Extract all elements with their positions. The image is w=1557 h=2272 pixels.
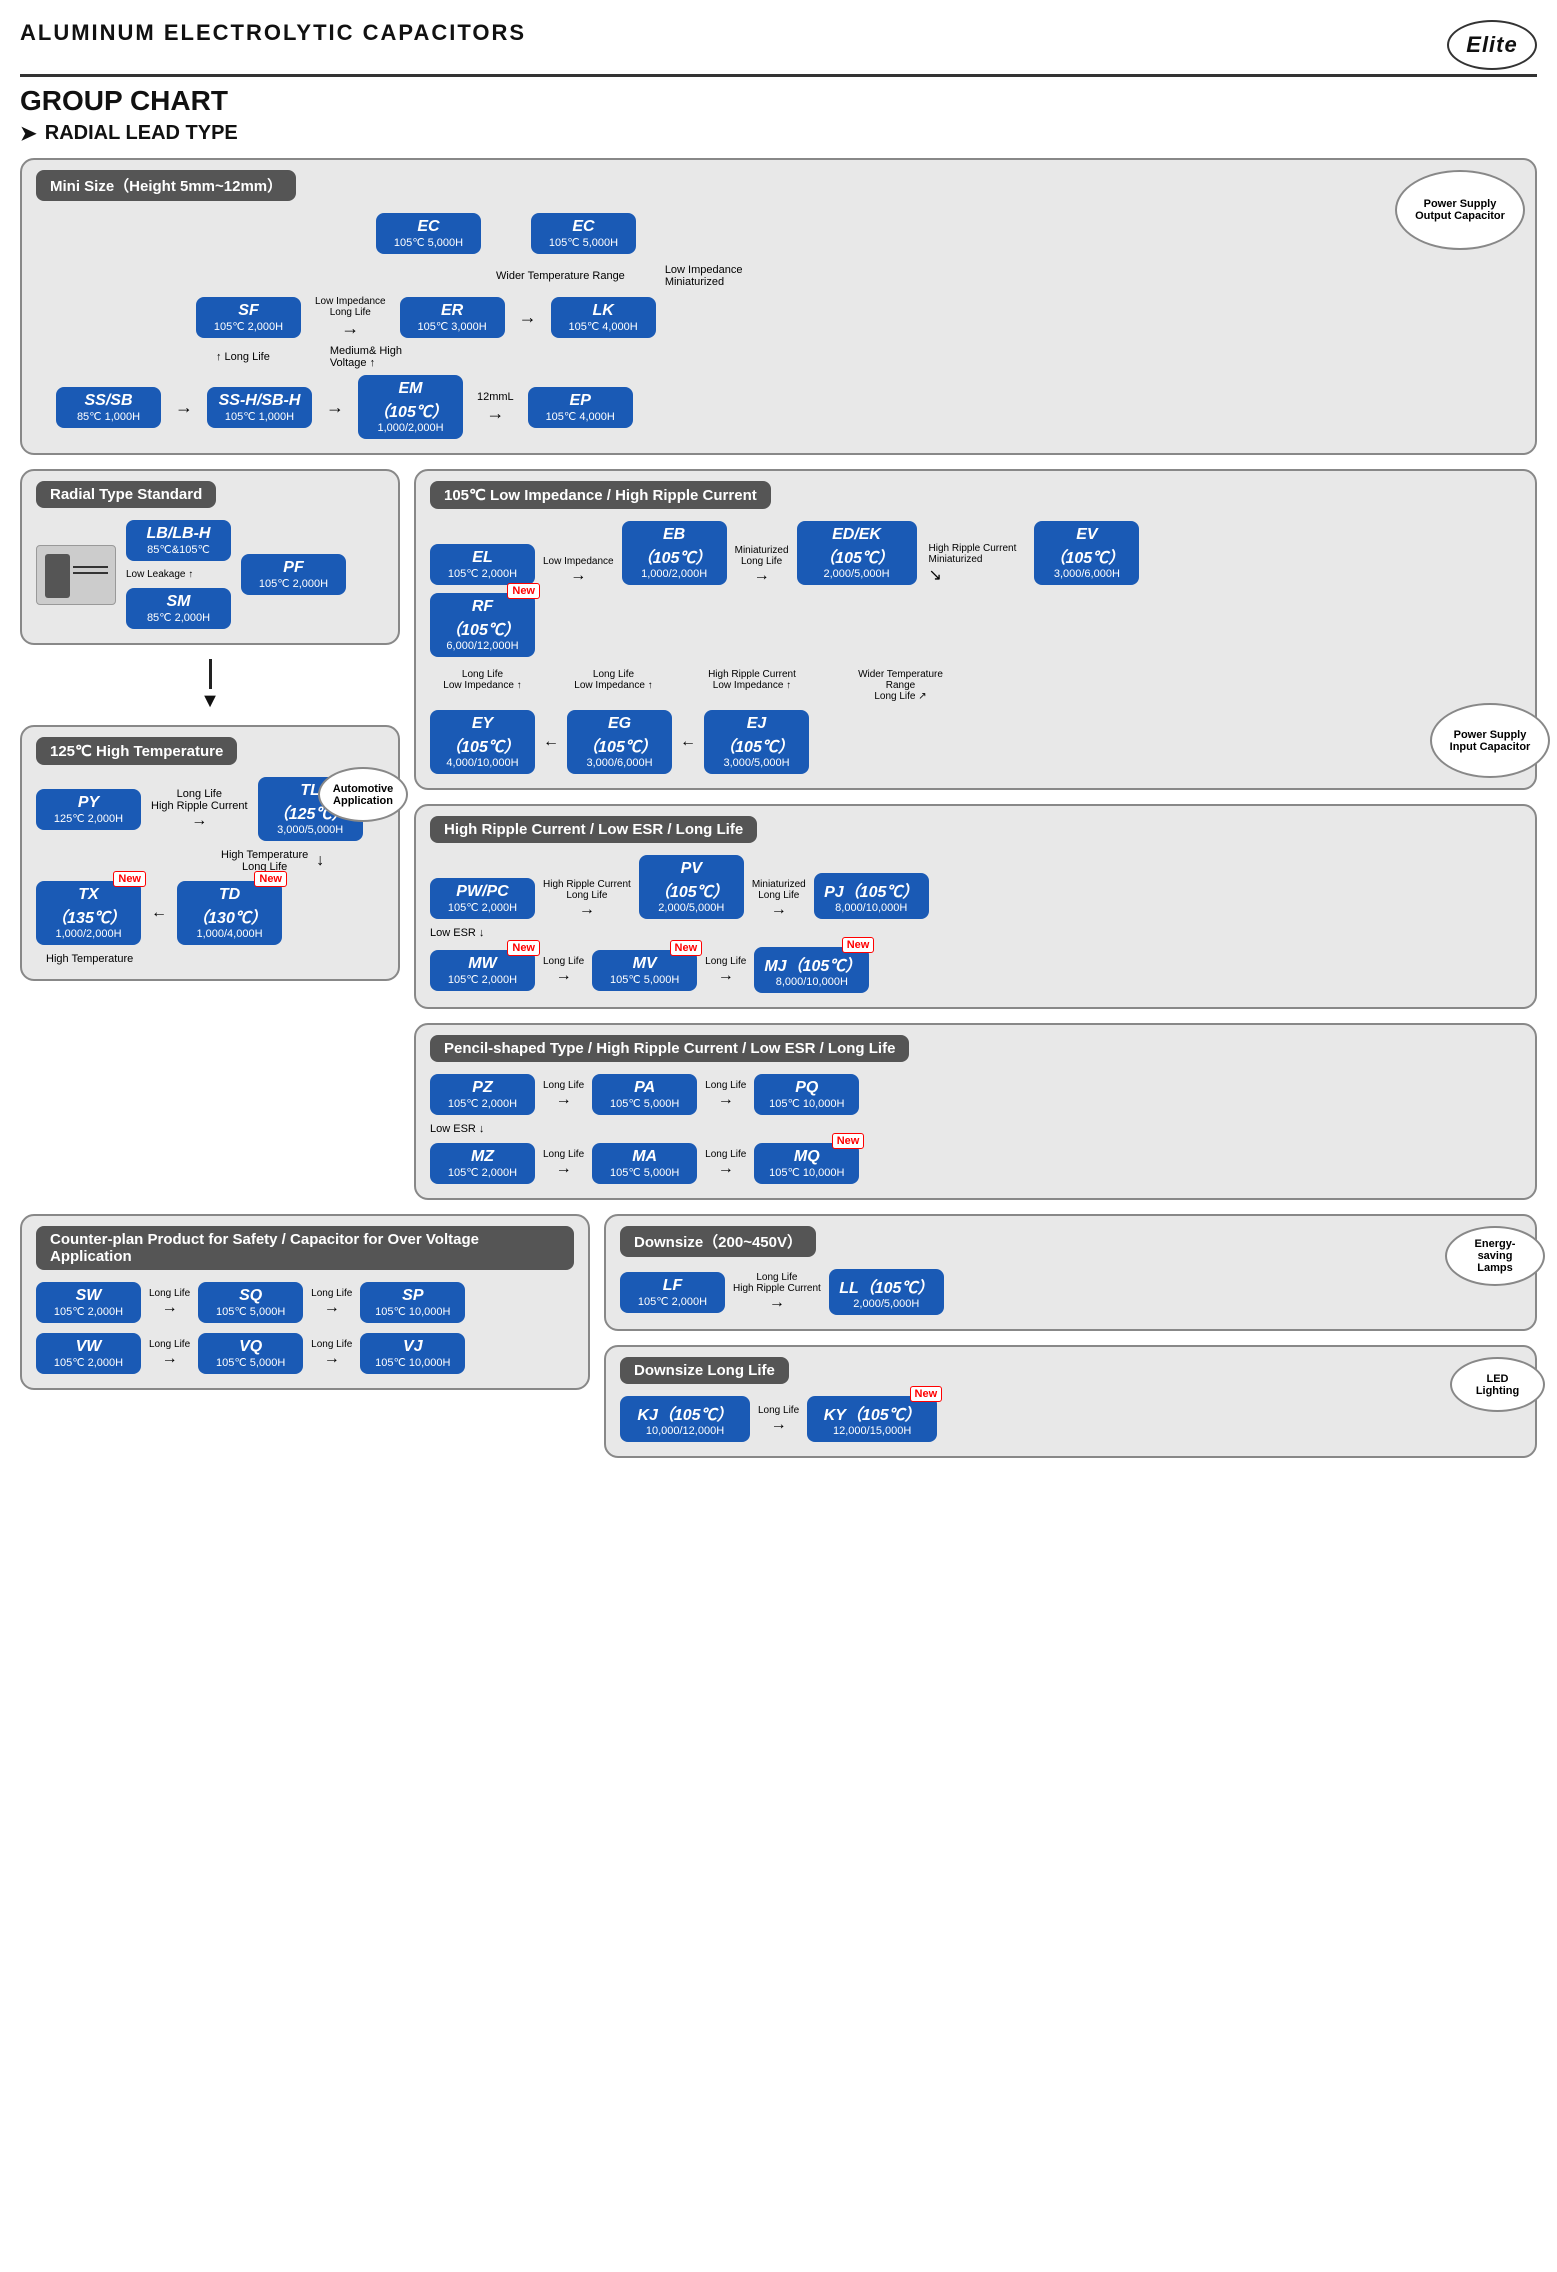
cap-pj: PJ（105℃） 8,000/10,000H bbox=[814, 873, 929, 919]
cap-mz: MZ 105℃ 2,000H bbox=[430, 1143, 535, 1184]
cap-lblbh: LB/LB-H 85℃&105℃ bbox=[126, 520, 231, 561]
new-badge-td: New bbox=[254, 871, 287, 887]
cap-eb: EB（105℃） 1,000/2,000H bbox=[622, 521, 727, 585]
power-supply-input-callout: Power Supply Input Capacitor bbox=[1430, 703, 1550, 778]
cap-mw: MW 105℃ 2,000H bbox=[430, 950, 535, 991]
radial-standard-title: Radial Type Standard bbox=[36, 481, 216, 508]
cap-lk: LK 105℃ 4,000H bbox=[551, 297, 656, 338]
cap-mq: MQ 105℃ 10,000H bbox=[754, 1143, 859, 1184]
right-column: 105℃ Low Impedance / High Ripple Current… bbox=[414, 469, 1537, 1200]
bottom-sections: Counter-plan Product for Safety / Capaci… bbox=[20, 1214, 1537, 1458]
high-ripple-section: High Ripple Current / Low ESR / Long Lif… bbox=[414, 804, 1537, 1009]
downsize-long-life-title: Downsize Long Life bbox=[620, 1357, 789, 1384]
counter-plan-section: Counter-plan Product for Safety / Capaci… bbox=[20, 1214, 590, 1390]
cap-vw: VW 105℃ 2,000H bbox=[36, 1333, 141, 1374]
cap-sm: SM 85℃ 2,000H bbox=[126, 588, 231, 629]
cap-rf: RF（105℃） 6,000/12,000H bbox=[430, 593, 535, 657]
cap-mv: MV 105℃ 5,000H bbox=[592, 950, 697, 991]
cap-pq: PQ 105℃ 10,000H bbox=[754, 1074, 859, 1115]
cap-ky: KY（105℃） 12,000/15,000H bbox=[807, 1396, 937, 1442]
high-ripple-title: High Ripple Current / Low ESR / Long Lif… bbox=[430, 816, 757, 843]
main-layout: Radial Type Standard LB/LB-H 85℃&105℃ Lo… bbox=[20, 469, 1537, 1200]
cap-ej: EJ（105℃） 3,000/5,000H bbox=[704, 710, 809, 774]
power-supply-output-callout: Power Supply Output Capacitor bbox=[1395, 170, 1525, 250]
cap-ep: EP 105℃ 4,000H bbox=[528, 387, 633, 428]
left-column: Radial Type Standard LB/LB-H 85℃&105℃ Lo… bbox=[20, 469, 400, 1200]
cap-sw: SW 105℃ 2,000H bbox=[36, 1282, 141, 1323]
automotive-callout: Automotive Application bbox=[318, 767, 408, 822]
downsize-title: Downsize（200~450V） bbox=[620, 1226, 816, 1257]
cap-ll: LL（105℃） 2,000/5,000H bbox=[829, 1269, 944, 1315]
high-temp-section: 125℃ High Temperature Automotive Applica… bbox=[20, 725, 400, 981]
counter-plan-title: Counter-plan Product for Safety / Capaci… bbox=[36, 1226, 574, 1270]
radial-title: ➤ RADIAL LEAD TYPE bbox=[20, 121, 1537, 146]
downsize-long-life-section: Downsize Long Life LED Lighting KJ（105℃）… bbox=[604, 1345, 1537, 1458]
cap-vj: VJ 105℃ 10,000H bbox=[360, 1333, 465, 1374]
logo: Elite bbox=[1447, 20, 1537, 70]
cap-tx: TX（135℃） 1,000/2,000H bbox=[36, 881, 141, 945]
arrow-icon: ➤ bbox=[20, 121, 37, 146]
cap-ec: EC 105℃ 5,000H bbox=[531, 213, 636, 254]
cap-mj: MJ（105℃） 8,000/10,000H bbox=[754, 947, 869, 993]
cap-er: ER 105℃ 3,000H bbox=[400, 297, 505, 338]
header: ALUMINUM ELECTROLYTIC CAPACITORS Elite bbox=[20, 20, 1537, 77]
high-temp-title: 125℃ High Temperature bbox=[36, 737, 237, 765]
new-badge-mv: New bbox=[670, 940, 703, 956]
cap-pa: PA 105℃ 5,000H bbox=[592, 1074, 697, 1115]
cap-pwpc: PW/PC 105℃ 2,000H bbox=[430, 878, 535, 919]
cap-lf: LF 105℃ 2,000H bbox=[620, 1272, 725, 1313]
down-arrow-left: ▼ bbox=[20, 659, 400, 711]
cap-eh: EC 105℃ 5,000H bbox=[376, 213, 481, 254]
cap-em: EM（105℃） 1,000/2,000H bbox=[358, 375, 463, 439]
pencil-title: Pencil-shaped Type / High Ripple Current… bbox=[430, 1035, 909, 1062]
cap-td: TD（130℃） 1,000/4,000H bbox=[177, 881, 282, 945]
new-badge-mj: New bbox=[842, 937, 875, 953]
cap-py: PY 125℃ 2,000H bbox=[36, 789, 141, 830]
cap-edek: ED/EK（105℃） 2,000/5,000H bbox=[797, 521, 917, 585]
mini-size-title: Mini Size（Height 5mm~12mm） bbox=[36, 170, 296, 201]
cap-vq: VQ 105℃ 5,000H bbox=[198, 1333, 303, 1374]
capacitor-image bbox=[36, 545, 116, 605]
cap-sshsbh: SS-H/SB-H 105℃ 1,000H bbox=[207, 387, 312, 428]
cap-ey: EY（105℃） 4,000/10,000H bbox=[430, 710, 535, 774]
cap-eg: EG（105℃） 3,000/6,000H bbox=[567, 710, 672, 774]
cap-ma: MA 105℃ 5,000H bbox=[592, 1143, 697, 1184]
subtitle: GROUP CHART bbox=[20, 85, 1537, 117]
cap-sp: SP 105℃ 10,000H bbox=[360, 1282, 465, 1323]
cap-ev: EV（105℃） 3,000/6,000H bbox=[1034, 521, 1139, 585]
cap-pz: PZ 105℃ 2,000H bbox=[430, 1074, 535, 1115]
downsize-section: Downsize（200~450V） Energy-saving Lamps L… bbox=[604, 1214, 1537, 1331]
cap-pf: PF 105℃ 2,000H bbox=[241, 554, 346, 595]
new-badge-rf: New bbox=[507, 583, 540, 599]
mini-size-section: Mini Size（Height 5mm~12mm） EC 105℃ 5,000… bbox=[20, 158, 1537, 455]
pencil-section: Pencil-shaped Type / High Ripple Current… bbox=[414, 1023, 1537, 1200]
low-impedance-title: 105℃ Low Impedance / High Ripple Current bbox=[430, 481, 771, 509]
energy-saving-callout: Energy-saving Lamps bbox=[1445, 1226, 1545, 1286]
new-badge-tx: New bbox=[113, 871, 146, 887]
new-badge-mq: New bbox=[832, 1133, 865, 1149]
page-title: ALUMINUM ELECTROLYTIC CAPACITORS bbox=[20, 20, 526, 46]
cap-kj: KJ（105℃） 10,000/12,000H bbox=[620, 1396, 750, 1442]
new-badge-mw: New bbox=[507, 940, 540, 956]
cap-sq: SQ 105℃ 5,000H bbox=[198, 1282, 303, 1323]
cap-sf: SF 105℃ 2,000H bbox=[196, 297, 301, 338]
cap-el: EL 105℃ 2,000H bbox=[430, 544, 535, 585]
cap-pv: PV（105℃） 2,000/5,000H bbox=[639, 855, 744, 919]
radial-standard-section: Radial Type Standard LB/LB-H 85℃&105℃ Lo… bbox=[20, 469, 400, 645]
led-lighting-callout: LED Lighting bbox=[1450, 1357, 1545, 1412]
cap-sssb: SS/SB 85℃ 1,000H bbox=[56, 387, 161, 428]
low-impedance-section: 105℃ Low Impedance / High Ripple Current… bbox=[414, 469, 1537, 790]
new-badge-ky: New bbox=[910, 1386, 943, 1402]
